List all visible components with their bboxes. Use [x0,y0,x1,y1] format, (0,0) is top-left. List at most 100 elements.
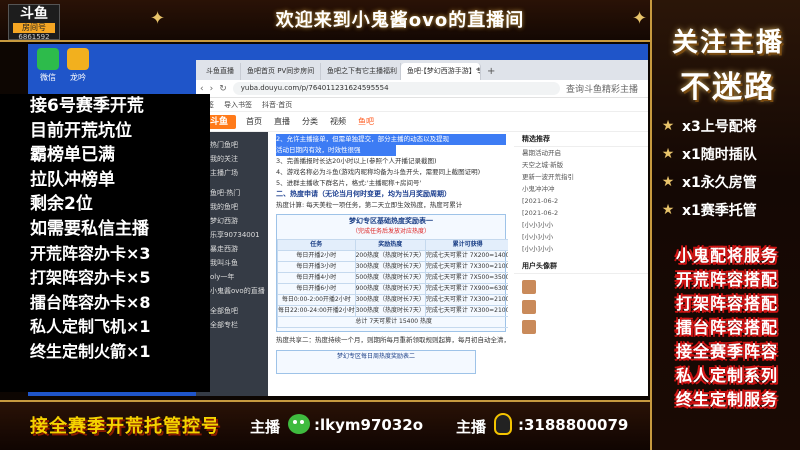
right-col-item[interactable]: [2021-06-2 [514,207,648,219]
table-header: 累计可获得 [424,239,508,251]
logo-main: 斗鱼 [20,6,48,22]
welcome-title: 欢迎来到小鬼酱ovo的直播间 [275,10,525,31]
right-col-item[interactable]: 小鬼冲冲冲 [514,183,648,195]
table-cell: 每日22:00-24:00开播2小时 [277,305,356,317]
perk-label: x1永久房管 [682,175,757,191]
wechat-icon [288,414,310,434]
follow-slogan-1: 关注主播 [671,28,784,58]
star-icon: ★ [661,174,675,190]
announcement-line: 私人定制飞机×1 [30,317,151,337]
table-cell: 完成七天可累计 7X900=6300 [424,283,508,295]
desktop-icon-wechat[interactable]: 微信 [34,48,62,83]
announcement-line: 终生定制火箭×1 [30,341,151,361]
right-col-heading: 精选推荐 [514,132,648,147]
right-col-footer: 用户头像群 [514,259,648,274]
left-announcement: 接6号赛季开荒 目前开荒坑位 霸榜单已满 拉队冲榜单 剩余2位 如需要私信主播 … [0,94,210,392]
table-cell: 900热度（热度时长7天） [354,283,426,295]
bookmarks-bar: 书签 导入书签 抖音·首页 [196,98,648,112]
announcement-line: 开荒阵容办卡×3 [30,243,151,263]
service-item: 终生定制服务 [675,390,778,409]
perk-label: x1赛季托管 [682,203,757,219]
refresh-icon[interactable]: ↻ [219,84,227,94]
bookmark-item[interactable]: 抖音·首页 [262,100,292,110]
poster-subtitle: （完成任务后发放对应热度） [351,228,430,235]
service-item: 私人定制系列 [675,366,778,385]
desktop-icon-game[interactable]: 龙吟 [64,48,92,83]
douyu-room-logo: 斗鱼 房间号 6861592 [8,4,60,41]
user-avatar[interactable] [522,300,536,314]
user-avatar[interactable] [522,280,536,294]
right-col-item[interactable]: [小小]小小 [514,219,648,231]
article-line: 5、进群主播收下群名片，格式:'主播昵称+房间号' [276,179,422,187]
bottom-slogan: 接全赛季开荒托管控号 [30,416,220,437]
game-icon [67,48,89,70]
site-nav-video[interactable]: 视频 [330,116,346,127]
follow-slogan-2: 不迷路 [680,70,776,105]
announcement-line: 霸榜单已满 [30,145,115,166]
table-cell: 300热度（热度时长7天） [354,305,426,317]
right-col-item[interactable]: [2021-06-2 [514,195,648,207]
forward-icon[interactable]: › [210,84,214,94]
user-avatar[interactable] [522,320,536,334]
service-list: 小鬼配将服务 开荒阵容搭配 打架阵容搭配 擂台阵容搭配 接全赛季阵容 私人定制系… [660,244,794,412]
site-nav-yuba[interactable]: 鱼吧 [358,116,374,127]
table-cell: 完成七天可累计 7X500=3500 [424,272,508,284]
announcement-line: 拉队冲榜单 [30,169,115,190]
search-hint[interactable]: 查询斗鱼精彩主播 [566,82,638,95]
table-cell: 每日开播2小时 [277,250,356,262]
tab-bar: 斗鱼直播 鱼吧首页 PV同步房间 鱼吧之下有它主播福利 鱼吧·【梦幻西游手游】专… [196,60,648,80]
star-icon: ★ [661,146,675,162]
article: 2、允许主播接单，但需单独提交，部分主播的动态以及提现 活动日期内有效，时效性很… [276,132,508,396]
site-header: 斗鱼 首页 直播 分类 视频 鱼吧 [196,112,648,132]
bookmark-item[interactable]: 导入书签 [224,100,252,110]
table-row: 每日开播6小时 900热度（热度时长7天） 完成七天可累计 7X900=6300 [277,283,508,295]
article-section-head: 二、热度申请（无论当月何时变更，均为当月奖励周期） [276,190,451,198]
browser-tab[interactable]: 鱼吧首页 PV同步房间 [241,63,321,80]
right-col-item[interactable]: 天空之城·新版 [514,159,648,171]
bottom-bar: 接全赛季开荒托管控号 主播 :lkym97032o 主播 :3188800079 [0,400,650,450]
table-row: 每日开播2小时 200热度（热度时长7天） 完成七天可累计 7X200=1400 [277,250,508,262]
perk-list: ★ x3上号配将 ★ x1随时插队 ★ x1永久房管 ★ x1赛季托管 [660,112,790,224]
address-bar: ‹ › ↻ yuba.douyu.com/p/76401123162459555… [196,80,648,98]
table-row: 每日0:00-2:00开播2小时 300热度（热度时长7天） 完成七天可累计 7… [277,294,508,306]
perk-item: ★ x1赛季托管 [660,196,790,224]
table-cell: 完成七天可累计 7X300=2100 [424,305,508,317]
star-icon: ✦ [150,8,166,29]
site-nav-home[interactable]: 首页 [246,116,262,127]
url-input[interactable]: yuba.douyu.com/p/764011231624595554 [232,82,560,95]
right-col-item[interactable]: [小小]小小 [514,231,648,243]
table-row: 每日开播4小时 500热度（热度时长7天） 完成七天可累计 7X500=3500 [277,272,508,284]
service-item: 开荒阵容搭配 [675,270,778,289]
browser-tab[interactable]: 鱼吧之下有它主播福利 [321,63,401,80]
right-col-item[interactable]: [小小]小小 [514,243,648,255]
right-column: 精选推荐 暑期活动开启 天空之城·新版 更新一波开荒指引 小鬼冲冲冲 [2021… [514,132,648,396]
service-item: 打架阵容搭配 [675,294,778,313]
announcement-line: 目前开荒坑位 [30,120,132,141]
back-icon[interactable]: ‹ [200,84,204,94]
desktop-icon-label: 龙吟 [70,73,86,82]
page-content: 热门鱼吧 我的关注 主播广场 鱼吧·热门 我的鱼吧 梦幻西游 乐享9073400… [196,132,648,396]
new-tab-icon[interactable]: + [481,63,501,80]
announcement-line: 擂台阵容办卡×8 [30,292,151,312]
site-nav-live[interactable]: 直播 [274,116,290,127]
star-icon: ✦ [632,8,648,29]
star-icon: ★ [661,202,675,218]
browser-tab[interactable]: 斗鱼直播 [200,63,241,80]
site-nav-category[interactable]: 分类 [302,116,318,127]
announcement-line: 接6号赛季开荒 [30,96,144,116]
right-col-item[interactable]: 更新一波开荒指引 [514,171,648,183]
table-cell: 200热度（热度时长7天） [354,250,426,262]
perk-item: ★ x1永久房管 [660,168,790,196]
right-col-item[interactable]: 暑期活动开启 [514,147,648,159]
perk-label: x1随时插队 [682,147,757,163]
announcement-line: 打架阵容办卡×5 [30,268,151,288]
table-row: 每日22:00-24:00开播2小时 300热度（热度时长7天） 完成七天可累计… [277,305,508,317]
browser-tab-active[interactable]: 鱼吧·【梦幻西游手游】专区 [401,63,481,80]
table-header: 任务 [277,239,356,251]
table-cell: 300热度（热度时长7天） [354,261,426,273]
table-header: 奖励热度 [354,239,426,251]
table-cell: 完成七天可累计 7X300=2100 [424,294,508,306]
star-icon: ★ [661,118,675,134]
table-cell: 每日开播3小时 [277,261,356,273]
qq-id: :3188800079 [518,416,629,434]
